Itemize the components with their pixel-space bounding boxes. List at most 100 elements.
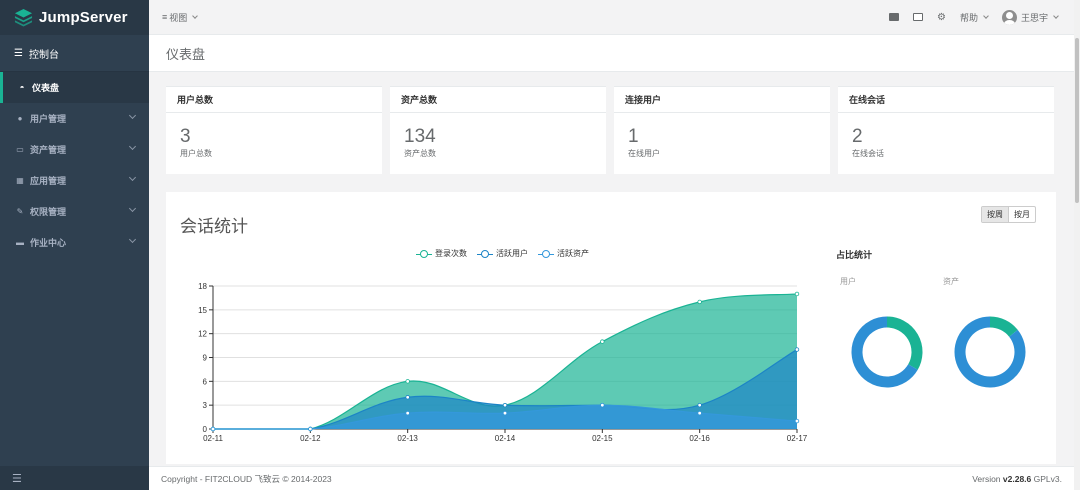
sidebar-item-jobs[interactable]: ▬ 作业中心 bbox=[0, 227, 149, 258]
chevron-down-icon bbox=[128, 173, 137, 182]
x-tick-label: 02-12 bbox=[300, 434, 321, 443]
sidebar-collapse-button[interactable]: ☰ bbox=[0, 466, 149, 490]
data-point bbox=[794, 291, 800, 297]
help-menu[interactable]: 帮助 bbox=[960, 11, 989, 24]
card-subtitle: 资产总数 bbox=[404, 149, 436, 158]
legend-marker bbox=[538, 249, 554, 258]
legend-label: 活跃用户 bbox=[496, 249, 528, 258]
card-subtitle: 在线用户 bbox=[628, 149, 660, 158]
legend-marker bbox=[416, 249, 432, 258]
logo[interactable]: JumpServer bbox=[0, 0, 149, 35]
scrollbar-thumb[interactable] bbox=[1075, 38, 1079, 203]
data-point bbox=[697, 299, 702, 305]
x-tick-label: 02-13 bbox=[397, 434, 418, 443]
data-point bbox=[600, 402, 605, 408]
card-value: 134 bbox=[404, 126, 436, 147]
sidebar-item-permissions[interactable]: ✎ 权限管理 bbox=[0, 196, 149, 227]
sidebar-item-applications[interactable]: ▦ 应用管理 bbox=[0, 165, 149, 196]
data-point bbox=[794, 418, 800, 424]
chevron-down-icon bbox=[192, 13, 199, 19]
data-point bbox=[405, 395, 410, 400]
chevron-down-icon bbox=[128, 111, 137, 120]
panel-title: 会话统计 bbox=[180, 217, 248, 236]
view-menu[interactable]: ≡ 视图 bbox=[162, 11, 199, 24]
asset-ratio-donut bbox=[954, 316, 1026, 388]
card-title: 连接用户 bbox=[614, 87, 830, 113]
version-prefix: Version bbox=[972, 473, 1003, 484]
terminal-icon: ▬ bbox=[16, 238, 24, 247]
sidebar-item-label: 资产管理 bbox=[30, 145, 67, 155]
ratio-title: 占比统计 bbox=[836, 250, 873, 260]
gear-icon[interactable]: ⚙ bbox=[937, 12, 946, 23]
sidebar-item-label: 应用管理 bbox=[30, 176, 67, 186]
by-week-button[interactable]: 按周 bbox=[982, 207, 1009, 222]
sidebar-item-label: 作业中心 bbox=[30, 238, 67, 248]
sliders-icon: ☰ bbox=[14, 47, 23, 59]
sidebar-item-dashboard[interactable]: ◓ 仪表盘 bbox=[0, 72, 149, 103]
donut-segment[interactable] bbox=[989, 316, 1018, 338]
legend-item[interactable]: 活跃资产 bbox=[538, 248, 589, 259]
menu-icon: ≡ bbox=[162, 12, 168, 22]
sidebar-item-label: 仪表盘 bbox=[32, 83, 60, 93]
card-value: 1 bbox=[628, 126, 639, 147]
legend-label: 登录次数 bbox=[435, 249, 467, 258]
legend-marker bbox=[477, 249, 493, 258]
legend-item[interactable]: 活跃用户 bbox=[477, 248, 528, 259]
data-point bbox=[502, 410, 508, 416]
x-tick-label: 02-15 bbox=[592, 434, 613, 443]
session-area-chart: 0 3 6 9 12 15 18 02-11 02-12 02-13 02-14 02-15 02-16… bbox=[198, 282, 808, 443]
chevron-down-icon bbox=[1053, 13, 1059, 19]
card-subtitle: 在线会话 bbox=[852, 149, 884, 158]
sidebar: JumpServer ☰ 控制台 ◓ 仪表盘 ● 用户管理 ▭ 资产管理 ▦ 应… bbox=[0, 0, 149, 490]
sidebar-item-users[interactable]: ● 用户管理 bbox=[0, 103, 149, 134]
users-icon: ● bbox=[17, 114, 23, 123]
card-title: 在线会话 bbox=[838, 87, 1054, 113]
data-point bbox=[794, 347, 800, 352]
page-scrollbar[interactable] bbox=[1074, 0, 1080, 490]
user-menu[interactable]: 王思宇 bbox=[1001, 9, 1059, 25]
sidebar-item-label: 用户管理 bbox=[30, 114, 67, 124]
sidebar-item-console[interactable]: ☰ 控制台 bbox=[0, 35, 149, 72]
x-tick-label: 02-11 bbox=[203, 434, 223, 443]
brand-name: JumpServer bbox=[39, 9, 128, 26]
stat-card-connected-users: 连接用户 1 在线用户 bbox=[614, 86, 830, 174]
data-point bbox=[308, 426, 313, 432]
chevron-down-icon bbox=[983, 13, 989, 19]
data-point bbox=[405, 410, 410, 416]
card-value: 2 bbox=[852, 126, 863, 147]
stat-card-online-sessions: 在线会话 2 在线会话 bbox=[838, 86, 1054, 174]
card-value: 3 bbox=[180, 126, 191, 147]
y-tick-label: 0 bbox=[203, 425, 208, 434]
page-title: 仪表盘 bbox=[149, 35, 1074, 72]
data-point bbox=[697, 410, 702, 416]
data-point bbox=[405, 379, 410, 384]
copyright-text: Copyright - FIT2CLOUD 飞致云 © 2014-2023 bbox=[161, 473, 332, 484]
sidebar-item-label: 权限管理 bbox=[30, 207, 67, 217]
period-toggle: 按周 按月 bbox=[981, 206, 1036, 223]
y-tick-label: 12 bbox=[198, 330, 207, 339]
user-name: 王思宇 bbox=[1020, 12, 1048, 23]
version-info: Version v2.28.6 GPLv3. bbox=[972, 474, 1062, 484]
ratio-label-user: 用户 bbox=[840, 277, 856, 286]
chevron-down-icon bbox=[128, 204, 137, 213]
donut-segment[interactable] bbox=[886, 316, 923, 370]
y-tick-label: 18 bbox=[198, 282, 207, 291]
x-tick-label: 02-14 bbox=[495, 434, 516, 443]
sidebar-item-label: 控制台 bbox=[28, 49, 59, 61]
y-tick-label: 9 bbox=[203, 354, 208, 363]
view-label: 视图 bbox=[169, 12, 188, 23]
mail-icon[interactable] bbox=[889, 13, 899, 21]
web-terminal-icon[interactable] bbox=[913, 13, 923, 21]
card-title: 资产总数 bbox=[390, 87, 606, 113]
y-tick-label: 3 bbox=[203, 401, 208, 410]
x-tick-label: 02-17 bbox=[787, 434, 808, 443]
x-tick-label: 02-16 bbox=[689, 434, 710, 443]
by-month-button[interactable]: 按月 bbox=[1009, 207, 1035, 222]
legend-item[interactable]: 登录次数 bbox=[416, 248, 467, 259]
chevron-down-icon bbox=[128, 235, 137, 244]
sidebar-item-assets[interactable]: ▭ 资产管理 bbox=[0, 134, 149, 165]
footer: Copyright - FIT2CLOUD 飞致云 © 2014-2023 Ve… bbox=[149, 466, 1074, 490]
dashboard-icon: ◓ bbox=[19, 83, 25, 92]
user-ratio-donut bbox=[851, 316, 923, 388]
license-text: GPLv3. bbox=[1031, 473, 1062, 484]
